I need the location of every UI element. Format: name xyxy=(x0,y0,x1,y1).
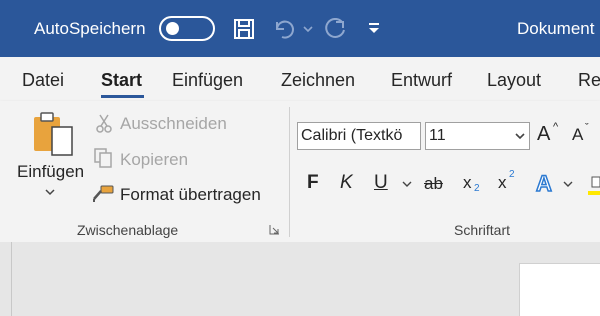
subscript-mark: 2 xyxy=(474,183,480,194)
highlight-pen-icon[interactable] xyxy=(588,175,600,197)
group-divider xyxy=(289,107,290,237)
text-effects-button[interactable]: A xyxy=(535,170,576,197)
shrink-font-button[interactable]: A ˇ xyxy=(572,122,598,149)
ribbon: Einfügen Ausschneiden Kopieren Format üb… xyxy=(0,101,600,242)
paste-dropdown-chevron-icon[interactable] xyxy=(45,189,55,197)
subscript-glyph: x xyxy=(463,173,472,192)
text-effects-glyph: A xyxy=(535,170,552,197)
shrink-font-glyph: A xyxy=(572,125,584,144)
strikethrough-button[interactable]: ab xyxy=(424,174,443,194)
shrink-font-caret-icon: ˇ xyxy=(585,122,589,134)
active-tab-indicator xyxy=(101,95,144,98)
clipboard-group-label: Zwischenablage xyxy=(77,222,179,238)
scissors-icon xyxy=(96,114,112,133)
tab-einfuegen[interactable]: Einfügen xyxy=(172,69,243,91)
tab-references-partial[interactable]: Re xyxy=(578,69,600,91)
font-size-value: 11 xyxy=(429,127,446,144)
tab-layout[interactable]: Layout xyxy=(487,69,541,91)
tab-datei[interactable]: Datei xyxy=(22,69,64,91)
redo-icon[interactable] xyxy=(324,18,348,40)
paste-clipboard-icon xyxy=(34,112,73,156)
document-title: Dokument xyxy=(517,19,595,38)
grow-font-glyph: A xyxy=(537,123,551,145)
subscript-button[interactable]: x 2 xyxy=(463,173,487,197)
superscript-mark: 2 xyxy=(509,169,515,180)
save-icon[interactable] xyxy=(233,18,255,40)
font-group-label: Schriftart xyxy=(454,222,511,238)
autosave-toggle[interactable] xyxy=(159,16,215,41)
customize-toolbar-icon[interactable] xyxy=(367,22,381,36)
copy-button[interactable]: Kopieren xyxy=(120,150,188,170)
italic-button[interactable]: K xyxy=(340,172,353,194)
document-area xyxy=(0,242,600,316)
clipboard-dialog-launcher-icon[interactable] xyxy=(269,224,280,235)
font-name-combobox[interactable]: Calibri (Textkö xyxy=(297,122,421,150)
font-name-value: Calibri (Textkö xyxy=(301,127,403,144)
tab-start[interactable]: Start xyxy=(101,69,142,91)
font-size-combobox[interactable]: 11 xyxy=(425,122,530,150)
format-painter-icon xyxy=(93,185,114,202)
superscript-button[interactable]: x 2 xyxy=(498,169,522,197)
font-size-dropdown-chevron-icon[interactable] xyxy=(515,133,525,140)
tab-entwurf[interactable]: Entwurf xyxy=(391,69,452,91)
document-page[interactable] xyxy=(519,263,600,316)
autosave-label: AutoSpeichern xyxy=(34,19,146,38)
ruler-divider xyxy=(11,242,12,316)
paste-label: Einfügen xyxy=(17,162,85,181)
paste-button[interactable]: Einfügen xyxy=(14,111,88,203)
bold-button[interactable]: F xyxy=(307,172,319,194)
tab-zeichnen[interactable]: Zeichnen xyxy=(281,69,355,91)
underline-button[interactable]: U xyxy=(374,172,388,194)
grow-font-button[interactable]: A ^ xyxy=(537,121,563,149)
undo-icon[interactable] xyxy=(272,18,296,40)
autosave-toggle-knob xyxy=(166,22,179,35)
copy-icon xyxy=(94,148,112,168)
grow-font-caret-icon: ^ xyxy=(553,121,559,133)
underline-dropdown-chevron-icon[interactable] xyxy=(402,181,412,188)
superscript-glyph: x xyxy=(498,173,507,192)
format-painter-button[interactable]: Format übertragen xyxy=(120,185,261,205)
undo-dropdown-chevron-icon[interactable] xyxy=(303,26,313,34)
cut-button[interactable]: Ausschneiden xyxy=(120,114,227,134)
title-bar: AutoSpeichern Dokument xyxy=(0,0,600,57)
text-effects-dropdown-chevron-icon[interactable] xyxy=(563,181,573,188)
ribbon-tabs: Datei Start Einfügen Zeichnen Entwurf La… xyxy=(0,57,600,101)
